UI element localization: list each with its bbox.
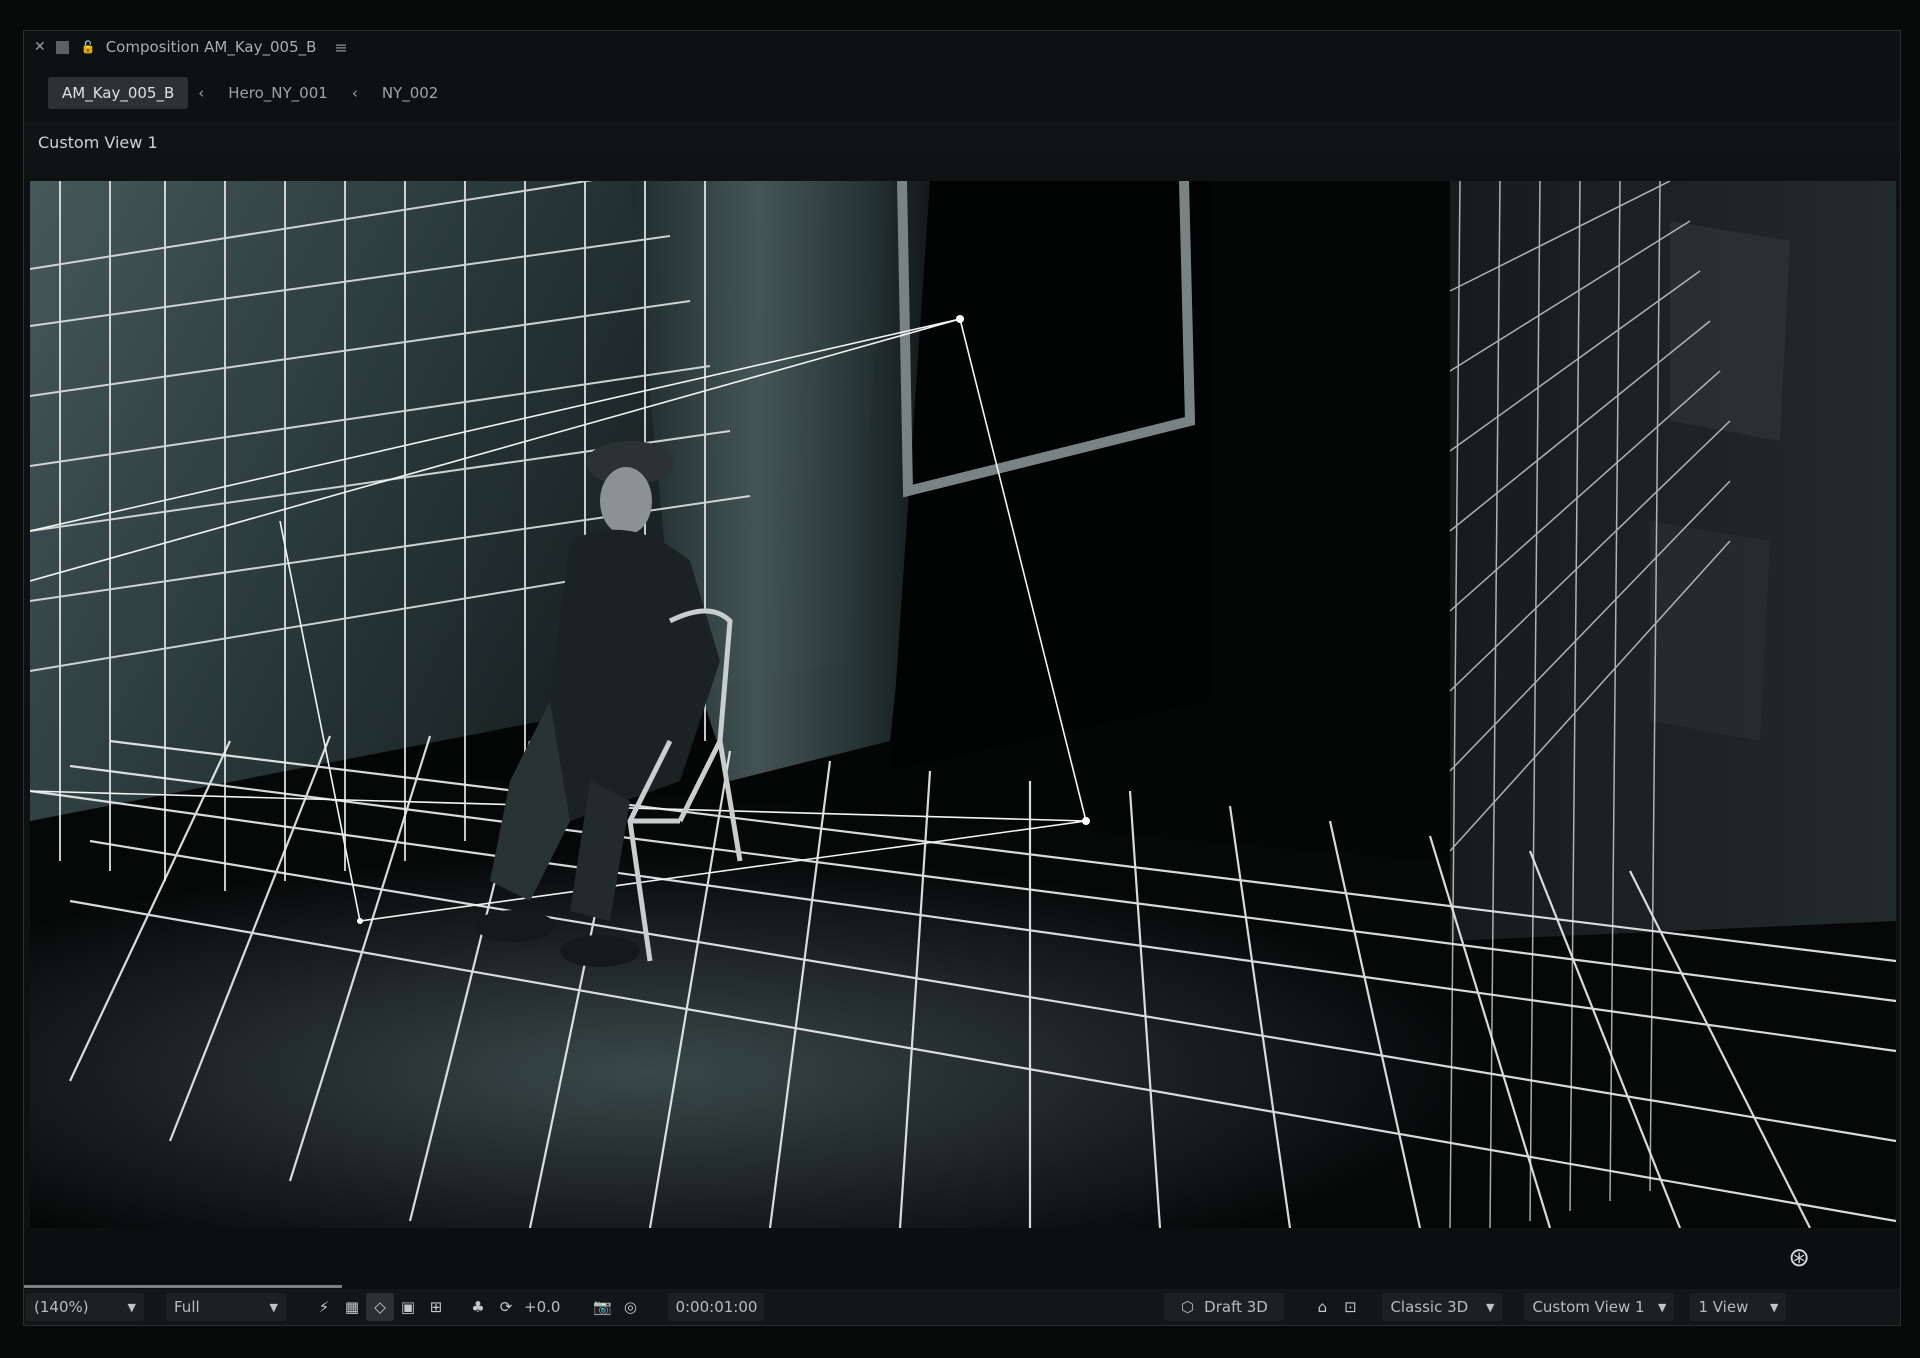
close-icon[interactable]: ✕ (34, 39, 46, 55)
tab-label: Hero_NY_001 (228, 84, 328, 102)
show-snapshot-icon[interactable]: ◎ (616, 1293, 644, 1321)
render-progress-bar (24, 1285, 342, 1288)
lock-icon[interactable]: 🔓 (81, 40, 96, 54)
ground-plane-icon[interactable]: ⌂ (1308, 1293, 1336, 1321)
chevron-down-icon: ▼ (1769, 1300, 1779, 1314)
exposure-value[interactable]: +0.0 (524, 1298, 560, 1316)
composition-breadcrumb: AM_Kay_005_B ‹ Hero_NY_001 ‹ NY_002 (48, 77, 452, 109)
exposure-reset-icon[interactable]: ⟳ (492, 1293, 520, 1321)
renderer-mode-label: Draft 3D (1204, 1298, 1268, 1316)
guides-icon[interactable]: ⊞ (422, 1293, 450, 1321)
anchor-point[interactable] (357, 918, 363, 924)
tab-hero-ny-001[interactable]: Hero_NY_001 (214, 77, 342, 109)
view-label: Custom View 1 (38, 133, 158, 152)
timecode-field[interactable]: 0:00:01:00 (668, 1293, 765, 1321)
draft-3d-toggle[interactable]: ⬡ Draft 3D (1164, 1293, 1285, 1321)
renderer-dropdown[interactable]: Classic 3D ▼ (1382, 1293, 1503, 1321)
chevron-down-icon: ▼ (269, 1300, 278, 1314)
resolution-dropdown[interactable]: Full ▼ (166, 1293, 286, 1321)
timecode-value: 0:00:01:00 (675, 1298, 758, 1316)
tab-label: NY_002 (381, 84, 439, 102)
tab-label: AM_Kay_005_B (62, 84, 175, 102)
zoom-value: (140%) (34, 1298, 89, 1316)
chevron-down-icon: ▼ (1657, 1300, 1667, 1314)
cube-icon: ⬡ (1181, 1298, 1195, 1316)
fast-previews-icon[interactable]: ⚡ (310, 1293, 338, 1321)
zoom-dropdown[interactable]: (140%) ▼ (26, 1293, 144, 1321)
snapshot-camera-icon[interactable]: 📷 (588, 1293, 616, 1321)
mask-path-icon[interactable]: ◇ (366, 1293, 394, 1321)
panel-titlebar: ✕ 🔓 Composition AM_Kay_005_B ≡ (24, 31, 1900, 63)
renderer-value: Classic 3D (1390, 1298, 1469, 1316)
region-of-interest-icon[interactable]: ▣ (394, 1293, 422, 1321)
composition-viewport[interactable] (30, 181, 1896, 1228)
view-value: Custom View 1 (1532, 1298, 1645, 1316)
tab-am-kay-005-b[interactable]: AM_Kay_005_B (48, 77, 189, 109)
view-layout-dropdown[interactable]: 1 View ▼ (1690, 1293, 1787, 1321)
hamburger-icon[interactable]: ≡ (334, 38, 347, 57)
tab-ny-002[interactable]: NY_002 (368, 77, 453, 109)
view-count-value: 1 View (1698, 1298, 1749, 1316)
chevron-left-icon: ‹ (351, 84, 358, 102)
scene-render (30, 181, 1896, 1228)
chevron-left-icon: ‹ (198, 84, 205, 102)
transparency-grid-icon[interactable]: ▦ (338, 1293, 366, 1321)
panel-title: Composition AM_Kay_005_B (105, 38, 317, 56)
composition-panel: ✕ 🔓 Composition AM_Kay_005_B ≡ AM_Kay_00… (23, 30, 1901, 1326)
3d-view-dropdown[interactable]: Custom View 1 ▼ (1524, 1293, 1675, 1321)
camera-point[interactable] (956, 315, 964, 323)
chevron-down-icon: ▼ (1485, 1300, 1495, 1314)
extended-viewer-icon[interactable]: ⊡ (1336, 1293, 1364, 1321)
panel-color-swatch[interactable] (55, 40, 69, 54)
camera-orbit-icon[interactable]: ⊛ (1788, 1243, 1810, 1273)
resolution-value: Full (174, 1298, 200, 1316)
target-point[interactable] (1082, 817, 1090, 825)
color-channels-icon[interactable]: ♣ (464, 1293, 492, 1321)
chevron-down-icon: ▼ (127, 1300, 136, 1314)
composition-toolbar: (140%) ▼ Full ▼ ⚡ ▦ ◇ ▣ ⊞ ♣ ⟳ +0.0 📷 ◎ 0… (24, 1285, 1900, 1325)
